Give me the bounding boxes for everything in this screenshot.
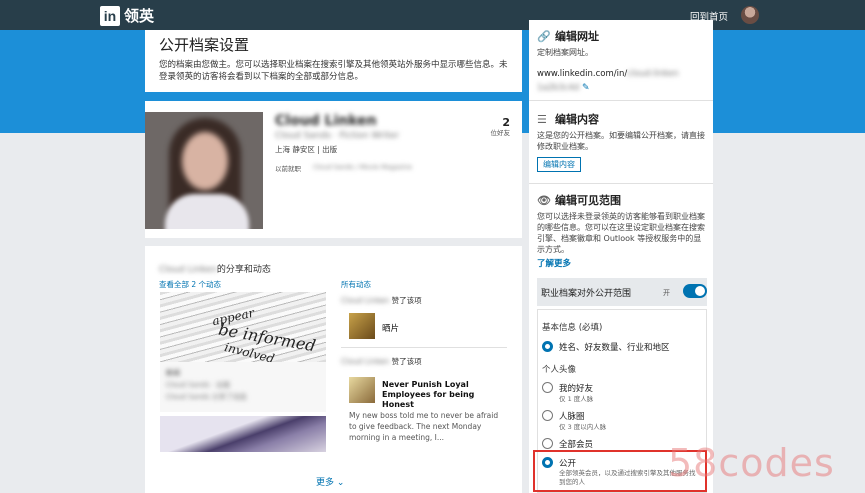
edit-url-heading: 🔗 编辑网址 <box>537 28 707 44</box>
watermark: 58codes <box>668 441 835 485</box>
basic-info-option: 姓名、好友数量、行业和地区 <box>559 343 670 353</box>
linkedin-logo[interactable]: in 领英 <box>100 5 154 26</box>
top-navigation-bar: in 领英 回到首页 <box>0 0 865 30</box>
profile-name: Cloud Linken <box>275 113 377 129</box>
lines-icon: ☰ <box>537 112 547 126</box>
photo-radio-network[interactable] <box>542 410 553 421</box>
url-line2: 1a2b3c4d <box>537 83 580 93</box>
profile-card: Cloud Linken Cloud Sands · Fiction Write… <box>145 101 522 238</box>
activity-card: Cloud Linken的分享和动态 查看全部 2 个动态 所有动态 appea… <box>145 246 522 493</box>
edit-content-title: 编辑内容 <box>555 113 599 126</box>
connections-label: 位好友 <box>490 129 511 137</box>
more-label: 更多 <box>316 478 335 488</box>
visibility-title: 编辑可见范围 <box>555 194 621 207</box>
view-all-activity-link[interactable]: 查看全部 2 个动态 <box>159 279 221 290</box>
feed-item-description: My new boss told me to never be afraid t… <box>349 411 499 442</box>
profile-url-line2: 1a2b3c4d ✎ <box>537 83 707 93</box>
feed-thumbnail[interactable] <box>349 313 375 339</box>
edit-content-desc: 这是您的公开档案。如要编辑公开档案，请直接修改职业档案。 <box>537 131 705 151</box>
feed-item-actor-line: Cloud Linken 赞了该项 <box>341 295 422 306</box>
left-post-line: 新闻 <box>166 369 180 377</box>
feed-verb: 赞了该项 <box>391 296 422 305</box>
settings-title-card: 公开档案设置 您的档案由您做主。您可以选择职业档案在搜索引擎及其他领英站外服务中… <box>145 30 522 92</box>
page-description: 您的档案由您做主。您可以选择职业档案在搜索引擎及其他领英站外服务中显示哪些信息。… <box>159 60 508 82</box>
profile-location: 上海 静安区 | 出版 <box>275 145 338 154</box>
link-icon: 🔗 <box>537 29 551 43</box>
feed-item-actor-line: Cloud Linken 赞了该项 <box>341 356 422 367</box>
photo-label: 个人头像 <box>542 365 577 375</box>
profile-headline: Cloud Sands · Fiction Writer <box>275 131 400 141</box>
previous-label: 以前就职 <box>275 165 301 173</box>
url-prefix: www.linkedin.com/in/ <box>537 69 628 79</box>
news-image[interactable]: appear be informed involved <box>160 292 326 362</box>
photo-radio-all-members[interactable] <box>542 438 553 449</box>
activity-title-suffix: 的分享和动态 <box>216 265 271 275</box>
profile-photo <box>145 112 263 229</box>
edit-url-title: 编辑网址 <box>555 30 599 43</box>
chevron-down-icon: ⌄ <box>336 478 345 488</box>
activity-owner: Cloud Linken <box>159 265 217 275</box>
post-image[interactable] <box>160 416 326 452</box>
option-label: 全部会员 <box>559 440 594 450</box>
edit-content-section: ☰ 编辑内容 这是您的公开档案。如要编辑公开档案，请直接修改职业档案。 编辑内容 <box>537 111 707 172</box>
toggle-state: 开 <box>663 289 670 297</box>
basic-info-radio[interactable] <box>542 341 553 352</box>
logo-text: 领英 <box>124 7 155 25</box>
learn-more-link[interactable]: 了解更多 <box>537 257 707 269</box>
eye-icon: 👁 <box>537 193 551 207</box>
divider <box>341 347 507 348</box>
feed-item-title[interactable]: 晒片 <box>382 322 399 334</box>
divider <box>529 183 713 184</box>
activity-title: Cloud Linken的分享和动态 <box>159 262 271 275</box>
page-title: 公开档案设置 <box>159 36 250 54</box>
more-button[interactable]: 更多 ⌄ <box>316 475 344 488</box>
visibility-section: 👁 编辑可见范围 您可以选择未登录领英的访客能够看到职业档案的哪些信息。您可以在… <box>537 192 707 270</box>
basic-info-label: 基本信息 (必填) <box>542 323 603 333</box>
pencil-icon[interactable]: ✎ <box>582 83 590 93</box>
photo-radio-connections[interactable] <box>542 382 553 393</box>
visibility-toggle-label: 职业档案对外公开范围 <box>541 289 632 299</box>
visibility-desc: 您可以选择未登录领英的访客能够看到职业档案的哪些信息。您可以在这里设定职业档案在… <box>537 212 705 254</box>
edit-url-section: 🔗 编辑网址 定制档案网址。 www.linkedin.com/in/cloud… <box>537 28 707 94</box>
all-activity-link[interactable]: 所有动态 <box>341 279 371 290</box>
visibility-toggle[interactable] <box>683 284 707 298</box>
visibility-heading: 👁 编辑可见范围 <box>537 192 707 208</box>
public-visibility-bar: 职业档案对外公开范围 开 <box>537 278 707 306</box>
settings-sidebar: 🔗 编辑网址 定制档案网址。 www.linkedin.com/in/cloud… <box>529 20 713 493</box>
feed-actor: Cloud Linken <box>341 296 390 305</box>
divider <box>529 100 713 101</box>
option-sub: 仅 1 度人脉 <box>559 395 594 403</box>
url-slug: cloud-linken <box>627 69 679 79</box>
profile-url[interactable]: www.linkedin.com/in/cloud-linken <box>537 69 707 79</box>
left-post-line: Cloud Sands · 出版 <box>166 381 231 389</box>
feed-thumbnail[interactable] <box>349 377 375 403</box>
edit-url-desc: 定制档案网址。 <box>537 48 593 57</box>
linkedin-logo-icon: in <box>100 5 120 26</box>
previous-value: Cloud Sands / Movie Magazine <box>313 163 413 171</box>
edit-content-heading: ☰ 编辑内容 <box>537 111 707 127</box>
left-post-line: Cloud Sands 分享了动态 <box>166 393 247 401</box>
feed-item-title[interactable]: Never Punish Loyal Employees for being H… <box>382 380 507 410</box>
feed-actor: Cloud Linken <box>341 357 390 366</box>
option-sub: 仅 3 度以内人脉 <box>559 423 607 431</box>
user-avatar[interactable] <box>741 6 759 24</box>
left-post-text: 新闻 Cloud Sands · 出版 Cloud Sands 分享了动态 <box>160 362 326 412</box>
feed-verb: 赞了该项 <box>391 357 422 366</box>
edit-content-button[interactable]: 编辑内容 <box>537 157 581 172</box>
